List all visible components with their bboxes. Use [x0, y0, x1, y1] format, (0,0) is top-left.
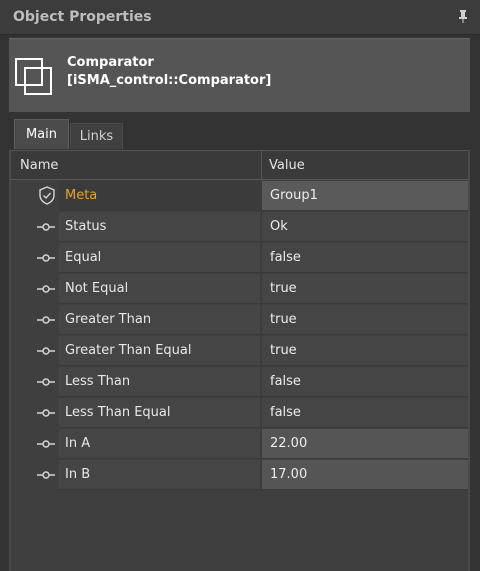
property-name-cell: Greater Than	[59, 305, 260, 335]
property-value: true	[270, 312, 297, 327]
property-name: Less Than Equal	[65, 405, 171, 420]
property-name-cell: Meta	[59, 181, 260, 211]
property-value: false	[270, 405, 301, 420]
slot-icon	[37, 409, 55, 417]
property-value-input[interactable]: 22.00	[261, 429, 468, 459]
property-name-cell: Less Than	[59, 367, 260, 397]
property-value: false	[270, 374, 301, 389]
column-header-name[interactable]: Name	[20, 158, 58, 173]
property-value-cell[interactable]: true	[261, 336, 468, 366]
property-name-cell: Equal	[59, 243, 260, 273]
property-name: In A	[65, 436, 91, 451]
property-row-meta[interactable]: Meta Group1	[11, 181, 468, 211]
property-row-in-a[interactable]: In A 22.00	[11, 429, 468, 459]
component-icon	[15, 58, 52, 95]
slot-icon	[37, 285, 55, 293]
property-name-cell: Status	[59, 212, 260, 242]
property-value: Group1	[270, 188, 318, 203]
tab-bar: Main Links	[9, 118, 470, 150]
panel-title: Object Properties	[13, 9, 152, 25]
property-name-cell: In A	[59, 429, 260, 459]
tab-links[interactable]: Links	[70, 123, 123, 149]
property-row-in-b[interactable]: In B 17.00	[11, 460, 468, 490]
property-value: Ok	[270, 219, 288, 234]
object-name: Comparator	[67, 55, 154, 70]
slot-icon	[37, 378, 55, 386]
property-row-greater-than[interactable]: Greater Than true	[11, 305, 468, 335]
property-name: Status	[65, 219, 107, 234]
slot-icon	[37, 254, 55, 262]
property-value: false	[270, 250, 301, 265]
property-value-cell[interactable]: false	[261, 243, 468, 273]
property-value-cell[interactable]: false	[261, 398, 468, 428]
property-name: Greater Than	[65, 312, 152, 327]
property-value: true	[270, 281, 297, 296]
slot-icon	[37, 223, 55, 231]
grid-header: Name Value	[11, 150, 468, 181]
column-header-value[interactable]: Value	[269, 158, 305, 173]
property-row-equal[interactable]: Equal false	[11, 243, 468, 273]
property-value-input[interactable]: 17.00	[261, 460, 468, 490]
properties-grid: Name Value Meta Group1 Status Ok Equal f…	[9, 150, 470, 571]
property-name: Meta	[65, 188, 98, 203]
property-value: 17.00	[270, 467, 308, 482]
slot-icon	[37, 316, 55, 324]
column-separator[interactable]	[261, 151, 262, 181]
tab-main[interactable]: Main	[14, 119, 69, 149]
property-row-less-than[interactable]: Less Than false	[11, 367, 468, 397]
property-value-cell[interactable]: true	[261, 274, 468, 304]
property-value-cell[interactable]: Ok	[261, 212, 468, 242]
slot-icon	[37, 347, 55, 355]
shield-check-icon	[39, 186, 55, 205]
property-name: In B	[65, 467, 91, 482]
property-value-cell[interactable]: Group1	[261, 181, 468, 211]
object-type: [iSMA_control::Comparator]	[67, 73, 272, 88]
property-row-not-equal[interactable]: Not Equal true	[11, 274, 468, 304]
slot-icon	[37, 471, 55, 479]
property-value: 22.00	[270, 436, 308, 451]
property-name: Less Than	[65, 374, 131, 389]
property-row-greater-than-equal[interactable]: Greater Than Equal true	[11, 336, 468, 366]
property-row-status[interactable]: Status Ok	[11, 212, 468, 242]
object-header: Comparator [iSMA_control::Comparator]	[9, 38, 470, 112]
property-name: Equal	[65, 250, 102, 265]
property-name-cell: Not Equal	[59, 274, 260, 304]
panel-titlebar: Object Properties	[0, 0, 480, 35]
property-name-cell: Less Than Equal	[59, 398, 260, 428]
property-name-cell: Greater Than Equal	[59, 336, 260, 366]
property-name: Not Equal	[65, 281, 129, 296]
property-value-cell[interactable]: false	[261, 367, 468, 397]
property-name-cell: In B	[59, 460, 260, 490]
property-value-cell[interactable]: true	[261, 305, 468, 335]
property-name: Greater Than Equal	[65, 343, 192, 358]
property-value: true	[270, 343, 297, 358]
pin-icon[interactable]	[458, 10, 468, 23]
property-row-less-than-equal[interactable]: Less Than Equal false	[11, 398, 468, 428]
slot-icon	[37, 440, 55, 448]
